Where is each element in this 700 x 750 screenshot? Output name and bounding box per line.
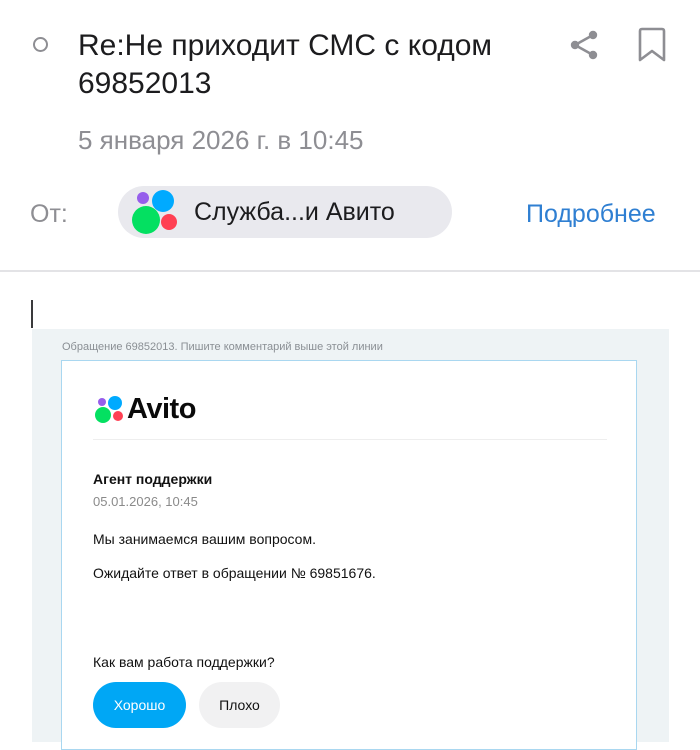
rate-good-button[interactable]: Хорошо [93,682,186,728]
avito-logo: Avito [93,391,293,427]
mail-subject: Re:Не приходит СМС с кодом 69852013 [78,29,493,100]
details-link[interactable]: Подробнее [526,198,656,230]
message-line: Мы занимаемся вашим вопросом. [93,531,316,547]
email-body-frame: Обращение 69852013. Пишите комментарий в… [32,329,669,750]
bookmark-icon[interactable] [634,25,670,65]
sender-chip[interactable]: Служба...и Авито [118,186,452,238]
rate-bad-button[interactable]: Плохо [199,682,280,728]
rating-question: Как вам работа поддержки? [93,654,275,670]
avito-logo-text: Avito [127,393,196,425]
mail-date: 5 января 2026 г. в 10:45 [78,125,364,155]
header-divider [0,270,700,272]
avito-logo-icon [95,396,123,423]
unread-dot-icon[interactable] [33,37,48,52]
message-line: Ожидайте ответ в обращении № 69851676. [93,565,376,581]
card-divider [93,439,607,440]
avito-avatar-icon [132,190,177,234]
text-cursor [31,300,33,328]
agent-date: 05.01.2026, 10:45 [93,494,198,509]
agent-name: Агент поддержки [93,471,213,487]
from-label: От: [30,200,68,228]
mail-header: Re:Не приходит СМС с кодом 69852013 5 ян… [0,0,700,272]
share-icon[interactable] [566,27,602,63]
sender-name: Служба...и Авито [194,198,395,226]
ticket-note: Обращение 69852013. Пишите комментарий в… [62,341,383,353]
email-card: Avito Агент поддержки 05.01.2026, 10:45 … [61,360,637,750]
